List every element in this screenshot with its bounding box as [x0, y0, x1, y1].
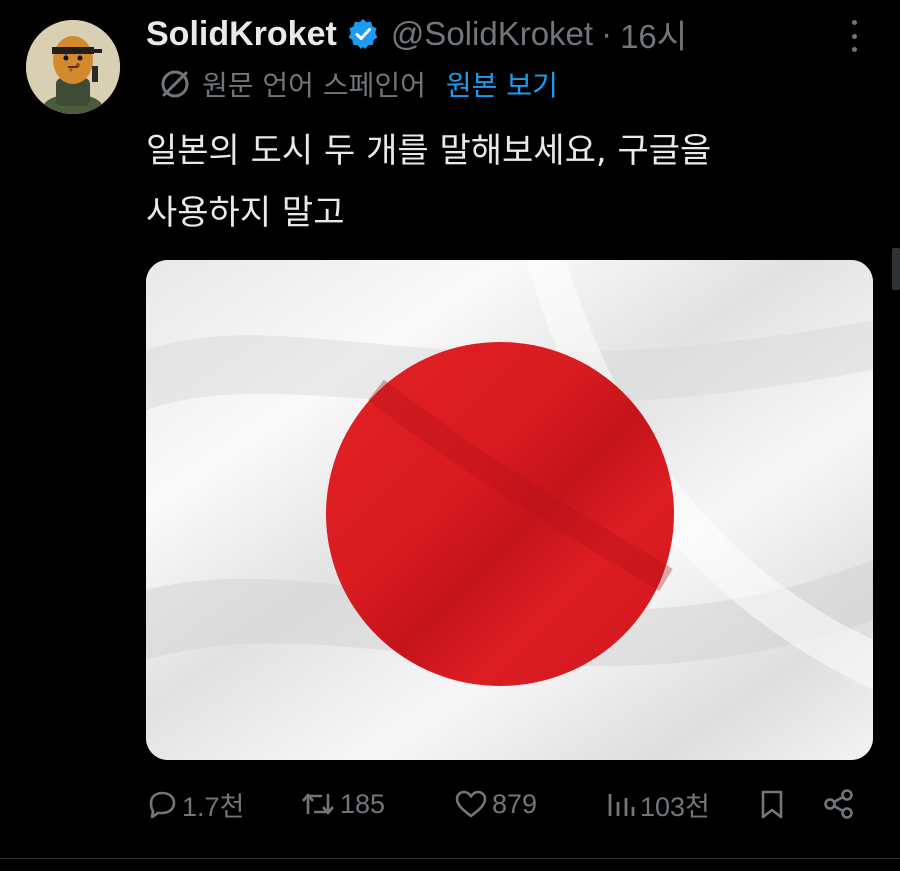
tweet-text: 일본의 도시 두 개를 말해보세요, 구글을 사용하지 말고: [146, 120, 846, 244]
tweet-divider: [0, 858, 900, 859]
verified-badge-icon: [347, 18, 379, 50]
heart-icon: [454, 788, 488, 820]
repost-count: 185: [340, 788, 386, 819]
like-button[interactable]: 879: [454, 780, 537, 828]
reply-icon: [146, 788, 178, 820]
reply-count: 1.7천: [182, 791, 245, 822]
avatar[interactable]: [26, 20, 120, 114]
translation-notice: 원문 언어 스페인어 원본 보기: [158, 64, 558, 104]
bookmark-button[interactable]: [758, 780, 786, 828]
avatar-croquette-soldier-image: [26, 20, 120, 114]
bookmark-icon: [758, 788, 786, 820]
views-icon: [606, 788, 636, 820]
show-original-link[interactable]: 원본 보기: [446, 64, 558, 104]
tweet-text-line-1: 일본의 도시 두 개를 말해보세요, 구글을: [146, 131, 712, 171]
translation-note: 원문 언어 스페인어: [202, 69, 426, 102]
translate-icon: [158, 67, 192, 101]
like-count: 879: [492, 788, 538, 819]
separator-dot: ·: [601, 15, 613, 52]
handle[interactable]: @SolidKroket: [391, 15, 593, 53]
views-count: 103천: [640, 791, 710, 822]
japan-flag-image: [146, 260, 873, 760]
share-icon: [822, 788, 856, 820]
reply-button[interactable]: 1.7천: [146, 780, 244, 828]
tweet-header: SolidKroket @SolidKroket · 16시: [146, 12, 687, 56]
views-button[interactable]: 103천: [606, 780, 710, 828]
repost-button[interactable]: 185: [300, 780, 385, 828]
display-name[interactable]: SolidKroket: [146, 15, 337, 54]
tweet-media-image[interactable]: [146, 260, 873, 760]
more-options-icon[interactable]: [840, 20, 868, 52]
tweet-actions-bar: 1.7천 185 879 103천: [146, 780, 860, 828]
tweet-text-line-2: 사용하지 말고: [146, 193, 345, 233]
scrollbar-handle[interactable]: [892, 248, 900, 290]
timestamp[interactable]: 16시: [620, 10, 687, 58]
repost-icon: [300, 788, 336, 820]
share-button[interactable]: [822, 780, 856, 828]
